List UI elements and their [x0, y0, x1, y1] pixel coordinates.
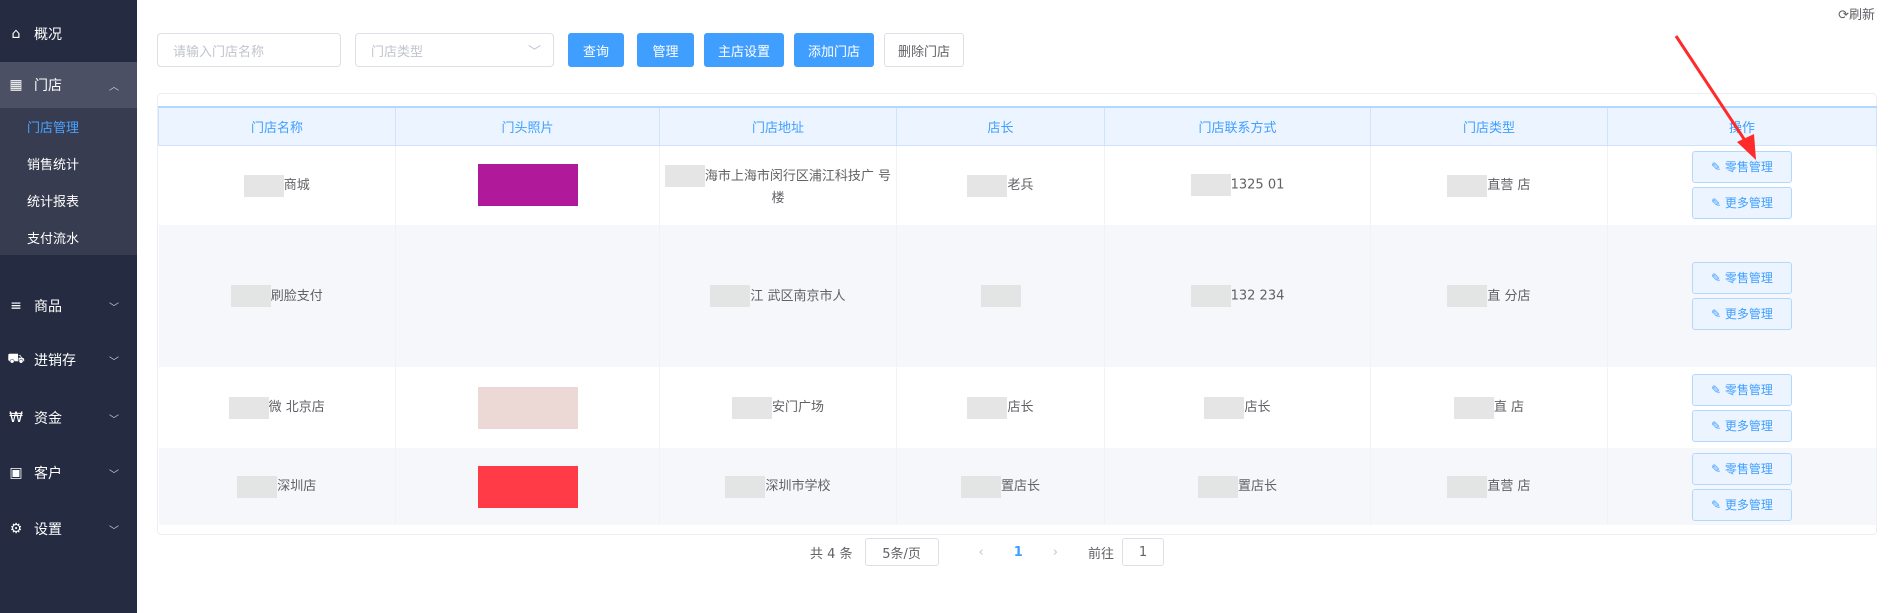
annotation-arrow: [1674, 35, 1756, 160]
